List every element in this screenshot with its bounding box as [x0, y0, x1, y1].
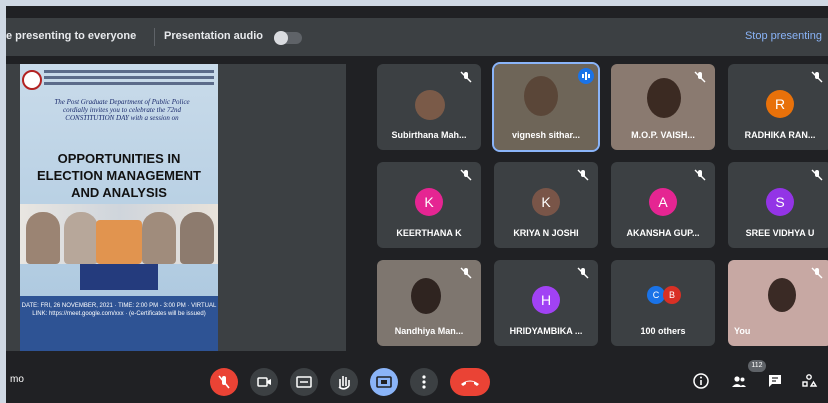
mic-off-icon: [693, 168, 707, 182]
leave-call-button[interactable]: [450, 368, 490, 396]
participant-video: [411, 278, 441, 314]
raise-hand-button[interactable]: [330, 368, 358, 396]
hand-icon: [338, 376, 350, 390]
participant-tile[interactable]: M.O.P. VAISH...: [611, 64, 715, 150]
mic-off-icon: [459, 266, 473, 280]
participant-avatar: R: [766, 90, 794, 118]
presentation-slide: The Post Graduate Department of Public P…: [20, 64, 218, 351]
people-button[interactable]: [730, 372, 748, 390]
participant-video: [524, 76, 558, 116]
presenting-status: e presenting to everyone: [6, 30, 137, 42]
info-icon: [693, 373, 709, 389]
leader-photo: [142, 212, 176, 264]
people-icon: [732, 376, 746, 387]
mic-off-icon: [459, 168, 473, 182]
headline-line-1: OPPORTUNITIES IN: [57, 151, 181, 166]
speaking-indicator-icon: [578, 68, 594, 84]
participant-name: KEERTHANA K: [396, 228, 462, 238]
others-count: 100 others: [640, 326, 686, 336]
participant-tile[interactable]: A AKANSHA GUP...: [611, 162, 715, 248]
presentation-area: The Post Graduate Department of Public P…: [6, 64, 346, 351]
present-screen-button[interactable]: [370, 368, 398, 396]
participant-avatar: H: [532, 286, 560, 314]
mic-off-icon: [810, 70, 824, 84]
institution-header: [44, 70, 214, 73]
participant-count-badge: 112: [748, 360, 766, 372]
participant-name: Nandhiya Man...: [394, 326, 464, 336]
activities-icon: [802, 374, 818, 387]
participant-avatar: K: [415, 188, 443, 216]
poster-intro: The Post Graduate Department of Public P…: [54, 98, 190, 122]
divider: [154, 28, 155, 46]
others-tile[interactable]: C B 100 others: [611, 260, 715, 346]
participant-tile[interactable]: Nandhiya Man...: [377, 260, 481, 346]
hang-up-icon: [461, 380, 479, 386]
meeting-details-button[interactable]: [692, 372, 710, 390]
presenting-bar: e presenting to everyone Presentation au…: [6, 18, 828, 56]
poster-footer-text: DATE: FRI, 26 NOVEMBER, 2021 · TIME: 2:0…: [21, 303, 217, 317]
participant-name: vignesh sithar...: [511, 130, 581, 140]
mic-off-icon: [810, 266, 824, 280]
participant-name: M.O.P. VAISH...: [631, 130, 695, 140]
headline-line-3: AND ANALYSIS: [71, 185, 167, 200]
more-vert-icon: [422, 375, 426, 389]
participant-name: SREE VIDHYA U: [745, 228, 815, 238]
participant-tile[interactable]: R RADHIKA RAN...: [728, 64, 828, 150]
captions-icon: [296, 376, 312, 388]
institution-seal-icon: [22, 70, 42, 90]
participant-avatar: S: [766, 188, 794, 216]
others-avatar: B: [663, 286, 681, 304]
poster-headline: OPPORTUNITIES IN ELECTION MANAGEMENT AND…: [20, 150, 218, 201]
participant-tile[interactable]: S SREE VIDHYA U: [728, 162, 828, 248]
speaker-name-box: [80, 264, 158, 290]
more-options-button[interactable]: [410, 368, 438, 396]
chat-button[interactable]: [766, 372, 784, 390]
participant-tile[interactable]: vignesh sithar...: [492, 62, 600, 152]
chat-icon: [769, 375, 781, 387]
participant-name: AKANSHA GUP...: [626, 228, 700, 238]
participant-tile[interactable]: K KRIYA N JOSHI: [494, 162, 598, 248]
participant-name: You: [734, 326, 751, 336]
meet-window: e presenting to everyone Presentation au…: [6, 6, 828, 403]
mic-off-icon: [576, 266, 590, 280]
meeting-code: mo: [10, 374, 24, 385]
participant-name: HRIDYAMBIKA ...: [509, 326, 583, 336]
participant-tile[interactable]: H HRIDYAMBIKA ...: [494, 260, 598, 346]
toggle-knob: [274, 31, 288, 45]
mic-off-icon: [810, 168, 824, 182]
mic-off-icon: [693, 70, 707, 84]
presentation-audio-label: Presentation audio: [164, 30, 264, 42]
mic-off-icon: [459, 70, 473, 84]
participant-avatar: K: [532, 188, 560, 216]
mic-off-icon: [218, 375, 230, 389]
camera-toggle-button[interactable]: [250, 368, 278, 396]
self-video: [768, 278, 796, 312]
participant-name: RADHIKA RAN...: [744, 130, 816, 140]
mic-off-icon: [576, 168, 590, 182]
participant-name: Subirthana Mah...: [391, 130, 467, 140]
participant-tile[interactable]: Subirthana Mah...: [377, 64, 481, 150]
participant-name: KRIYA N JOSHI: [513, 228, 579, 238]
participant-avatar: A: [649, 188, 677, 216]
captions-button[interactable]: [290, 368, 318, 396]
stop-presenting-button[interactable]: Stop presenting: [745, 30, 822, 42]
activities-button[interactable]: [800, 372, 818, 390]
profile-photo: [415, 90, 445, 120]
mic-toggle-button[interactable]: [210, 368, 238, 396]
headline-line-2: ELECTION MANAGEMENT: [37, 168, 201, 183]
participant-tile[interactable]: K KEERTHANA K: [377, 162, 481, 248]
present-screen-icon: [376, 376, 392, 388]
camera-icon: [257, 377, 271, 387]
leader-photo: [64, 212, 98, 264]
leader-photo: [180, 212, 214, 264]
self-tile[interactable]: You: [728, 260, 828, 346]
speaker-photo: [96, 220, 142, 264]
leader-photo: [26, 212, 60, 264]
presentation-audio-toggle[interactable]: [274, 31, 302, 45]
control-bar: mo 112: [6, 358, 828, 403]
participant-video: [647, 78, 681, 118]
